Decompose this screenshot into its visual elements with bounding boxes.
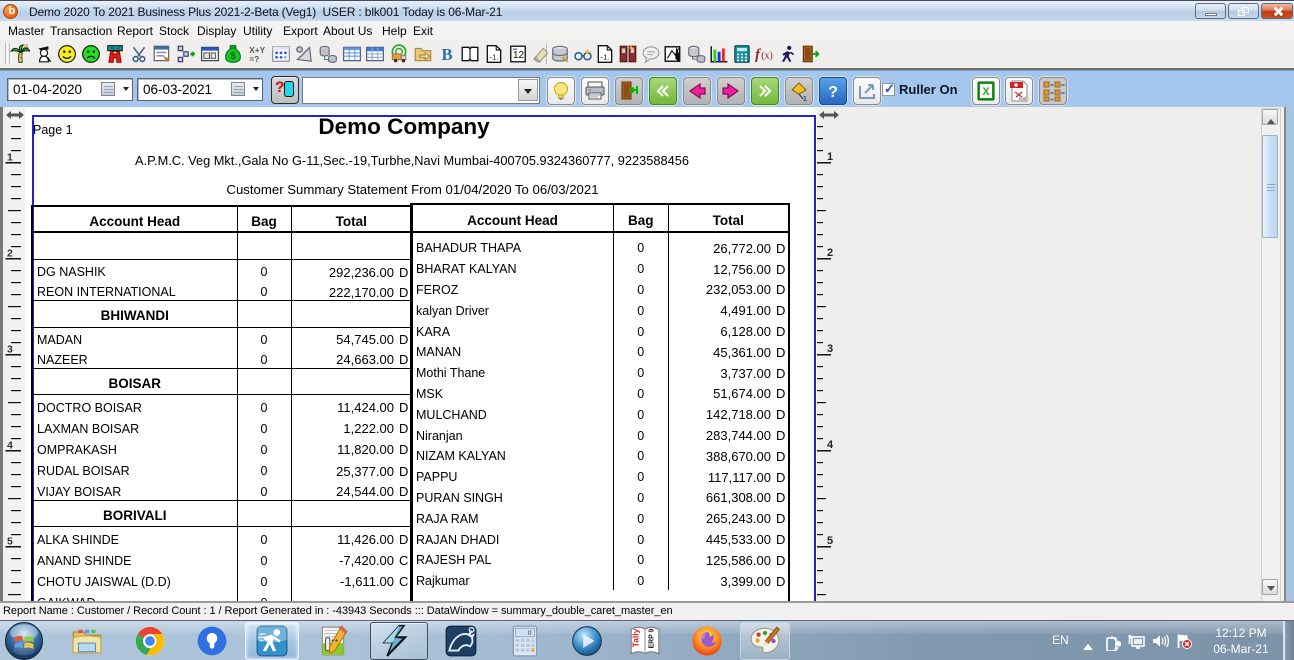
svg-text:0: 0 xyxy=(528,630,532,637)
svg-text:5: 5 xyxy=(7,536,13,548)
svg-text:f: f xyxy=(755,47,761,63)
svg-text:3: 3 xyxy=(827,343,833,355)
svg-text:Tally: Tally xyxy=(631,628,641,647)
svg-text:12: 12 xyxy=(513,50,525,61)
svg-text:ERP 9: ERP 9 xyxy=(649,628,656,648)
svg-text:1: 1 xyxy=(827,151,833,163)
svg-text:++: ++ xyxy=(331,638,339,645)
svg-text:?: ? xyxy=(828,84,838,101)
svg-text:(x): (x) xyxy=(761,50,773,61)
svg-text:-1.: -1. xyxy=(601,53,610,62)
svg-text:$: $ xyxy=(230,51,236,62)
svg-text:X: X xyxy=(982,86,990,98)
svg-text:-1.: -1. xyxy=(490,53,499,62)
svg-text:=?: =? xyxy=(249,54,259,64)
svg-text:2: 2 xyxy=(827,247,833,259)
svg-text:2: 2 xyxy=(7,248,13,260)
svg-text:tool: tool xyxy=(1019,96,1026,101)
svg-text:3: 3 xyxy=(7,344,13,356)
svg-text:B: B xyxy=(441,45,452,64)
svg-text:4: 4 xyxy=(7,440,13,452)
svg-text:4: 4 xyxy=(827,439,834,451)
svg-text:1: 1 xyxy=(7,152,13,164)
svg-text:1: 1 xyxy=(803,96,807,103)
svg-text:5: 5 xyxy=(827,535,833,547)
